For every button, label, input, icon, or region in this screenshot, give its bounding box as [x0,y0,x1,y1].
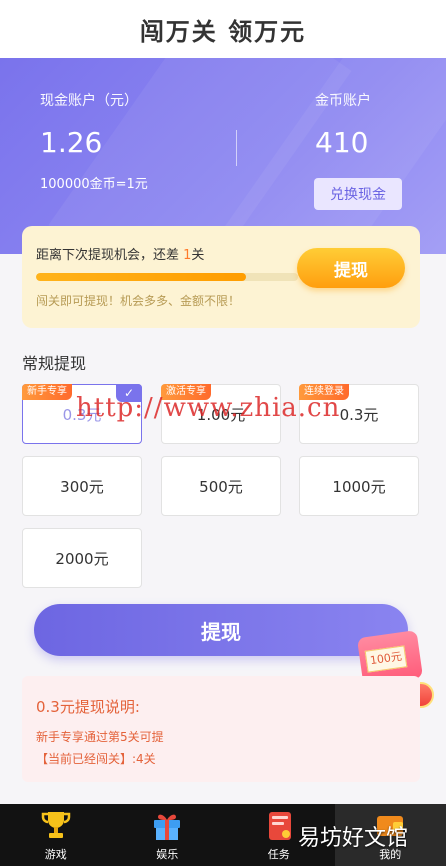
page-title: 闯万关 领万元 [139,17,307,46]
withdraw-info-card: 0.3元提现说明: 新手专享通过第5关可提 【当前已经闯关】:4关 [22,676,420,782]
amount-option[interactable]: 2000元 [22,528,142,588]
site-watermark: 易坊好文馆 [298,826,409,851]
amount-option[interactable]: 1000元 [299,456,419,516]
progress-bar [36,273,298,281]
section-title: 常规提现 [22,354,87,373]
option-tag: 新手专享 [22,384,72,400]
message-prefix: 距离下次提现机会，还差 [36,248,184,263]
trophy-icon [39,808,73,842]
coin-account-label: 金币账户 [315,93,371,109]
amount-option[interactable]: 500元 [161,456,281,516]
account-panel: 现金账户（元） 1.26 100000金币=1元 金币账户 410 兑换现金 [0,58,446,254]
info-title: 0.3元提现说明: [36,698,140,716]
tab-label: 游戏 [44,848,67,861]
exchange-cash-button[interactable]: 兑换现金 [314,178,402,210]
cash-account-label: 现金账户（元） [40,93,138,109]
info-line: 【当前已经闯关】:4关 [36,752,156,766]
url-watermark: http://www.zhia.cn [76,393,341,423]
info-line: 新手专享通过第5关可提 [36,730,164,744]
tab-games[interactable]: 游戏 [0,804,112,866]
amount-option[interactable]: 300元 [22,456,142,516]
exchange-rate: 100000金币=1元 [40,177,148,192]
option-amount: 2000元 [55,549,109,568]
tab-label: 娱乐 [156,848,179,861]
tab-label: 任务 [267,848,290,861]
gift-icon [150,808,184,842]
option-amount: 0.3元 [339,405,379,424]
withdraw-now-button[interactable]: 提现 [297,248,405,288]
tab-entertainment[interactable]: 娱乐 [112,804,224,866]
option-amount: 1000元 [332,477,386,496]
option-amount: 500元 [199,477,243,496]
title-bar: 闯万关 领万元 [0,0,446,58]
task-book-icon [262,808,296,842]
progress-tip: 闯关即可提现！机会多多、金额不限！ [36,294,241,308]
cash-balance: 1.26 [40,126,103,159]
divider [236,130,237,166]
option-amount: 300元 [60,477,104,496]
progress-fill [36,273,246,281]
coin-account: 金币账户 410 [315,90,371,159]
next-withdraw-card: 距离下次提现机会，还差 1关 闯关即可提现！机会多多、金额不限！ 提现 [22,226,420,328]
message-suffix: 关 [191,248,205,263]
coin-balance: 410 [315,126,369,159]
next-withdraw-message: 距离下次提现机会，还差 1关 [36,244,204,263]
cash-account: 现金账户（元） 1.26 100000金币=1元 [40,90,148,192]
